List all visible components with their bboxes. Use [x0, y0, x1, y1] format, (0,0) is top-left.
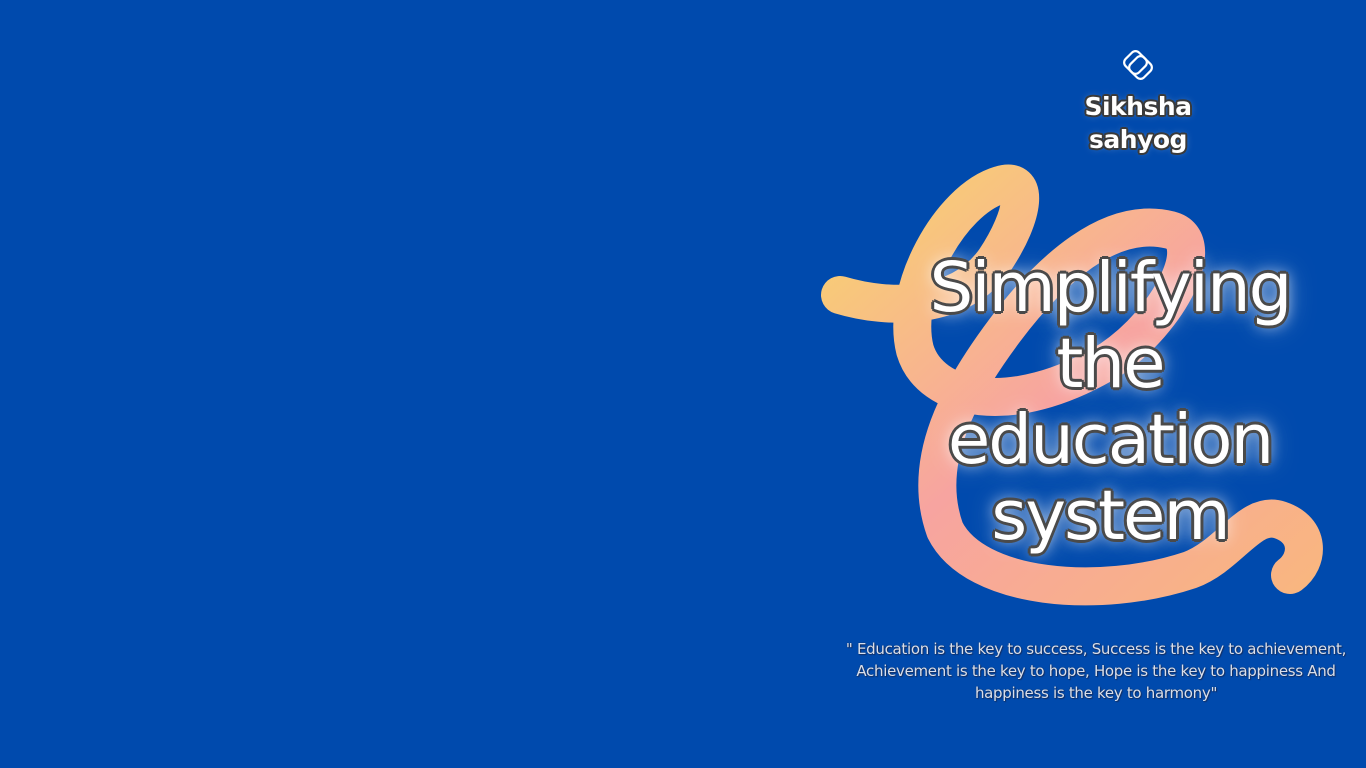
- diamond-rings-icon: [1123, 50, 1153, 80]
- headline-line: the: [1056, 324, 1165, 404]
- brand-name: Sikhsha sahyog: [1084, 92, 1192, 154]
- headline-line: education: [947, 400, 1274, 480]
- headline-line: Simplifying: [929, 248, 1293, 328]
- logo: Sikhsha sahyog: [1058, 48, 1218, 156]
- headline-line: system: [991, 476, 1230, 556]
- quote-text: " Education is the key to success, Succe…: [845, 640, 1347, 702]
- slide-canvas: Sikhsha sahyog Simplifying the education…: [0, 0, 1366, 768]
- headline: Simplifying the education system: [880, 250, 1340, 554]
